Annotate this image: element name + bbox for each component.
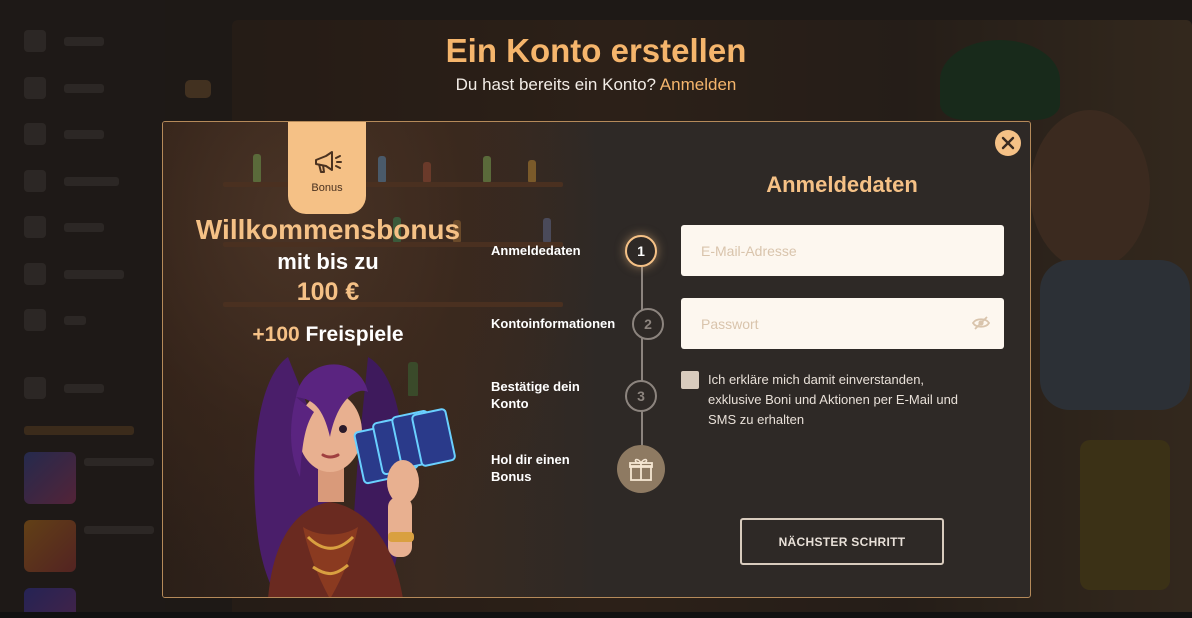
password-field[interactable]	[681, 298, 1004, 349]
step-label-4: Hol dir einen Bonus	[491, 452, 570, 484]
promo-subtitle: mit bis zu	[277, 249, 379, 274]
promo-title: Willkommensbonus	[195, 214, 461, 245]
gift-icon	[629, 458, 653, 481]
close-icon	[1001, 136, 1015, 150]
step-indicator-2: 2	[632, 308, 664, 340]
step-indicator-1: 1	[625, 235, 657, 267]
close-button[interactable]	[995, 130, 1021, 156]
bonus-tag-label: Bonus	[311, 182, 343, 194]
welcome-bonus-panel: Bonus Willkommensbonus mit bis zu 100 € …	[163, 122, 603, 597]
login-prompt-text: Du hast bereits ein Konto?	[455, 75, 656, 94]
bonus-tag: Bonus	[288, 122, 366, 214]
step-indicator-3: 3	[625, 380, 657, 412]
page-title: Ein Konto erstellen	[445, 32, 747, 69]
stepper-connector	[641, 267, 643, 447]
form-title: Anmeldedaten	[766, 172, 918, 197]
registration-modal: Bonus Willkommensbonus mit bis zu 100 € …	[162, 121, 1031, 598]
consent-checkbox[interactable]	[681, 371, 699, 389]
bottom-bar	[0, 612, 1192, 618]
promo-amount: 100 €	[296, 278, 360, 306]
megaphone-icon	[315, 151, 342, 173]
email-input[interactable]	[701, 242, 961, 259]
next-step-button[interactable]: NÄCHSTER SCHRITT	[740, 518, 944, 565]
eye-icon[interactable]	[972, 315, 990, 331]
login-prompt: Du hast bereits ein Konto? Anmelden	[0, 75, 1192, 95]
promo-character-illustration	[254, 357, 456, 597]
step-label-3: Bestätige dein Konto	[491, 379, 580, 411]
step-label-2: Kontoinformationen	[491, 316, 616, 331]
step-indicator-4	[617, 445, 665, 493]
login-link[interactable]: Anmelden	[660, 75, 737, 94]
consent-label: Ich erkläre mich damit einverstanden, ex…	[708, 372, 959, 427]
email-field[interactable]	[681, 225, 1004, 276]
password-input[interactable]	[701, 315, 961, 332]
step-label-1: Anmeldedaten	[491, 243, 581, 258]
